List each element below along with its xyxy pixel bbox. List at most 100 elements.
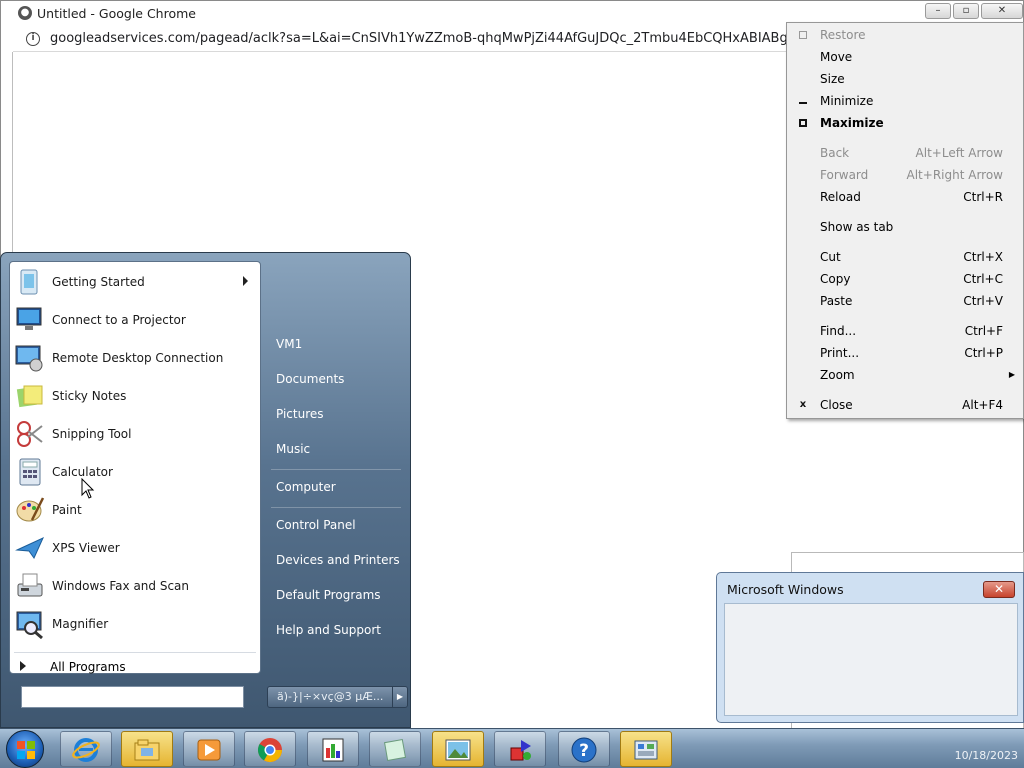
url-text[interactable]: googleadservices.com/pagead/aclk?sa=L&ai… xyxy=(50,31,790,46)
program-sticky-notes[interactable]: Sticky Notes xyxy=(10,377,260,415)
place-default-programs[interactable]: Default Programs xyxy=(269,582,401,608)
taskbar-media-player[interactable] xyxy=(183,731,235,767)
program-remote-desktop[interactable]: Remote Desktop Connection xyxy=(10,339,260,377)
window-controls: – ▫ ✕ xyxy=(923,3,1023,19)
places-separator xyxy=(271,507,401,508)
maximize-button[interactable]: ▫ xyxy=(953,3,979,19)
snipping-tool-icon xyxy=(17,421,43,447)
maximize-icon xyxy=(797,112,809,136)
program-magnifier[interactable]: Magnifier xyxy=(10,605,260,643)
dialog-close-button[interactable]: ✕ xyxy=(983,581,1015,598)
place-control-panel[interactable]: Control Panel xyxy=(269,512,401,538)
menu-item-reload[interactable]: Reload Ctrl+R xyxy=(787,186,1023,208)
magnifier-icon xyxy=(16,611,43,640)
menu-item-forward[interactable]: Forward Alt+Right Arrow xyxy=(787,164,1023,186)
taskbar-shapes-app[interactable] xyxy=(494,731,546,767)
taskbar-photo-viewer[interactable] xyxy=(432,731,484,767)
submenu-arrow-icon: ▶ xyxy=(1008,370,1015,379)
programs-pane: Getting Started Connect to a Projector R… xyxy=(9,261,261,674)
place-vm1[interactable]: VM1 xyxy=(269,331,401,357)
xps-viewer-icon xyxy=(15,536,45,559)
program-getting-started[interactable]: Getting Started xyxy=(10,263,260,301)
start-search-input[interactable] xyxy=(21,686,244,708)
taskbar: ? 10/18/2023 xyxy=(0,728,1024,768)
place-help-support[interactable]: Help and Support xyxy=(269,617,401,643)
program-paint[interactable]: Paint xyxy=(10,491,260,529)
place-computer[interactable]: Computer xyxy=(269,474,401,500)
program-connect-projector[interactable]: Connect to a Projector xyxy=(10,301,260,339)
place-documents[interactable]: Documents xyxy=(269,366,401,392)
submenu-arrow-icon[interactable] xyxy=(243,276,248,286)
sticky-notes-icon xyxy=(16,385,43,408)
program-snipping-tool[interactable]: Snipping Tool xyxy=(10,415,260,453)
close-icon: x xyxy=(799,399,807,410)
taskbar-chrome[interactable] xyxy=(244,731,296,767)
place-devices-printers[interactable]: Devices and Printers xyxy=(269,547,401,573)
start-menu: Getting Started Connect to a Projector R… xyxy=(0,252,411,728)
menu-item-find[interactable]: Find... Ctrl+F xyxy=(787,320,1023,342)
svg-text:?: ? xyxy=(579,741,589,761)
fax-scan-icon xyxy=(17,573,43,597)
expand-arrow-icon xyxy=(20,661,26,671)
dialog-title: Microsoft Windows xyxy=(727,582,844,597)
taskbar-app[interactable] xyxy=(307,731,359,767)
menu-item-paste[interactable]: Paste Ctrl+V xyxy=(787,290,1023,312)
shutdown-button[interactable]: ä)-}|÷×vç@3 µÆ... xyxy=(267,686,393,708)
places-separator xyxy=(271,469,401,470)
start-orb-button[interactable] xyxy=(6,730,44,768)
place-music[interactable]: Music xyxy=(269,436,401,462)
system-context-menu: Restore Move Size Minimize Maximize Back… xyxy=(786,22,1024,419)
app-icon xyxy=(322,738,344,762)
dialog-body xyxy=(724,603,1018,716)
menu-item-print[interactable]: Print... Ctrl+P xyxy=(787,342,1023,364)
program-xps-viewer[interactable]: XPS Viewer xyxy=(10,529,260,567)
menu-item-zoom[interactable]: Zoom ▶ xyxy=(787,364,1023,386)
chrome-icon xyxy=(257,738,282,763)
window-title: Untitled - Google Chrome xyxy=(37,6,196,21)
taskbar-control-panel[interactable] xyxy=(620,731,672,767)
microsoft-windows-dialog: Microsoft Windows ✕ xyxy=(716,572,1024,723)
sticky-note-app-icon xyxy=(383,738,407,762)
taskbar-internet-explorer[interactable] xyxy=(60,731,112,767)
program-calculator[interactable]: Calculator xyxy=(10,453,260,491)
shutdown-options-arrow-icon[interactable]: ▶ xyxy=(392,686,408,708)
taskbar-help[interactable]: ? xyxy=(558,731,610,767)
menu-item-restore[interactable]: Restore xyxy=(787,24,1023,46)
program-fax-scan[interactable]: Windows Fax and Scan xyxy=(10,567,260,605)
projector-icon xyxy=(16,307,42,330)
close-button[interactable]: ✕ xyxy=(981,3,1023,19)
media-player-icon xyxy=(197,739,221,761)
menu-item-move[interactable]: Move xyxy=(787,46,1023,68)
menu-item-copy[interactable]: Copy Ctrl+C xyxy=(787,268,1023,290)
menu-item-back[interactable]: Back Alt+Left Arrow xyxy=(787,142,1023,164)
shapes-app-icon xyxy=(510,740,531,761)
taskbar-windows-explorer[interactable] xyxy=(121,731,173,767)
minimize-button[interactable]: – xyxy=(925,3,951,19)
getting-started-icon xyxy=(20,269,38,295)
windows-explorer-icon xyxy=(134,739,160,761)
control-panel-icon xyxy=(634,740,658,760)
menu-item-size[interactable]: Size xyxy=(787,68,1023,90)
taskbar-sticky-notes[interactable] xyxy=(369,731,421,767)
help-icon: ? xyxy=(571,737,597,763)
place-pictures[interactable]: Pictures xyxy=(269,401,401,427)
menu-item-cut[interactable]: Cut Ctrl+X xyxy=(787,246,1023,268)
menu-item-minimize[interactable]: Minimize xyxy=(787,90,1023,112)
restore-icon xyxy=(797,24,809,48)
chrome-app-icon[interactable]: ● xyxy=(18,6,32,20)
windows-logo-icon xyxy=(17,741,35,759)
mouse-cursor-icon xyxy=(81,478,95,499)
system-clock[interactable]: 10/18/2023 xyxy=(955,749,1018,762)
menu-item-close[interactable]: x Close Alt+F4 xyxy=(787,394,1023,416)
internet-explorer-icon xyxy=(72,738,100,762)
photo-viewer-icon xyxy=(445,739,471,761)
remote-desktop-icon xyxy=(15,345,43,372)
programs-separator xyxy=(14,652,256,653)
calculator-icon xyxy=(19,458,41,486)
all-programs-button[interactable]: All Programs xyxy=(20,655,250,677)
paint-icon xyxy=(16,497,45,522)
minimize-icon xyxy=(797,90,809,113)
menu-item-show-as-tab[interactable]: Show as tab xyxy=(787,216,1023,238)
menu-item-maximize[interactable]: Maximize xyxy=(787,112,1023,134)
site-info-icon[interactable]: i xyxy=(26,32,40,46)
